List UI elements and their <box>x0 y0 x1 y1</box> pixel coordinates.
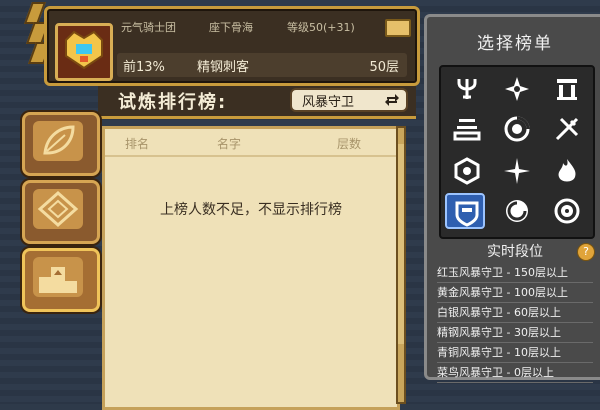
guild-name: 元气骑士团 <box>121 21 176 34</box>
board-select-panel: 选择榜单 实时段位 ? 红玉风暴守卫 - 150层以上 黄金风暴守卫 - 100… <box>424 14 600 383</box>
temple-icon[interactable] <box>547 71 587 107</box>
panel-title: 选择榜单 <box>477 34 553 54</box>
column-floors: 层数 <box>337 137 362 151</box>
rank-list: 红玉风暴守卫 - 150层以上 黄金风暴守卫 - 100层以上 白银风暴守卫 -… <box>437 263 593 383</box>
boss-select-button[interactable]: 风暴守卫 <box>290 88 408 112</box>
altar-icon[interactable] <box>447 111 487 147</box>
empty-message: 上榜人数不足，不显示排行榜 <box>160 202 342 218</box>
percent-rank: 前13% <box>123 59 165 75</box>
rank-item-gold: 黄金风暴守卫 - 100层以上 <box>437 283 593 303</box>
player-subtitle: 座下骨海 <box>209 21 253 34</box>
rank-item-steel: 精钢风暴守卫 - 30层以上 <box>437 323 593 343</box>
column-rank: 排名 <box>125 137 150 151</box>
swirl-icon[interactable] <box>497 193 537 229</box>
leaderboard-scrollbar[interactable] <box>396 126 406 404</box>
ticket-icon[interactable] <box>385 19 411 37</box>
tab-leaf[interactable] <box>22 112 100 176</box>
rank-item-silver: 白银风暴守卫 - 60层以上 <box>437 303 593 323</box>
flame-icon[interactable] <box>547 153 587 189</box>
leaderboard-header: 排名 名字 层数 <box>105 129 397 157</box>
spark-icon[interactable] <box>497 153 537 189</box>
column-name: 名字 <box>217 137 242 151</box>
leaderboard-panel: 排名 名字 层数 上榜人数不足，不显示排行榜 <box>102 126 400 410</box>
refresh-icon <box>385 94 399 106</box>
trial-title: 试炼排行榜: <box>118 92 228 113</box>
player-level: 等级50(+31) <box>287 21 355 34</box>
rank-item-bronze: 青铜风暴守卫 - 10层以上 <box>437 343 593 363</box>
leaf-icon <box>43 125 75 155</box>
crossed-swords-icon[interactable] <box>547 111 587 147</box>
scroll-thumb[interactable] <box>398 144 404 344</box>
diamond-icon <box>37 190 79 228</box>
question-icon[interactable]: ? <box>577 243 595 261</box>
trial-title-bar: 试炼排行榜: 风暴守卫 <box>98 86 416 119</box>
rank-section-title: 实时段位 <box>487 244 543 260</box>
tab-diamond[interactable] <box>22 180 100 244</box>
burst-icon[interactable] <box>547 193 587 229</box>
star-icon[interactable] <box>497 71 537 107</box>
player-stats-row: 前13% 精钢刺客 50层 <box>117 53 407 77</box>
podium-icon <box>39 267 77 293</box>
rank-name: 精钢刺客 <box>197 59 250 75</box>
player-card: 元气骑士团 座下骨海 等级50(+31) 前13% 精钢刺客 50层 <box>44 6 420 86</box>
boss-select-label: 风暴守卫 <box>302 94 355 110</box>
rank-item-ruby: 红玉风暴守卫 - 150层以上 <box>437 263 593 283</box>
trident-icon[interactable] <box>447 71 487 107</box>
vortex-icon[interactable] <box>497 111 537 147</box>
boss-icon-grid <box>439 65 595 239</box>
rank-item-rookie: 菜鸟风暴守卫 - 0层以上 <box>437 363 593 383</box>
tab-podium[interactable] <box>22 248 100 312</box>
shield-icon[interactable] <box>445 193 485 229</box>
hexagon-icon[interactable] <box>447 153 487 189</box>
floor-count: 50层 <box>369 59 399 75</box>
avatar <box>55 23 113 81</box>
